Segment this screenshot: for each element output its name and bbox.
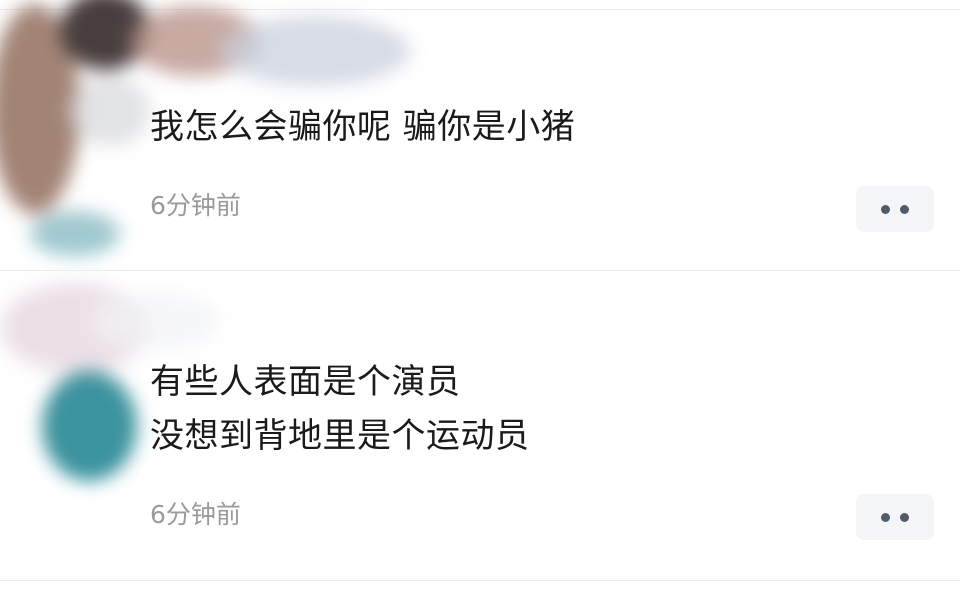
comment-list: 我怎么会骗你呢 骗你是小猪 6分钟前 有些人表面是个演员 没想到背地里是个运动员…	[0, 0, 960, 592]
more-dots-icon	[881, 204, 890, 214]
more-button[interactable]	[856, 186, 934, 232]
comment-item: 有些人表面是个演员 没想到背地里是个运动员 6分钟前	[0, 271, 960, 580]
more-button[interactable]	[856, 494, 934, 540]
comment-text: 有些人表面是个演员 没想到背地里是个运动员	[150, 355, 530, 463]
comment-time: 6分钟前	[150, 191, 241, 220]
comment-text: 我怎么会骗你呢 骗你是小猪	[150, 100, 575, 154]
divider	[0, 580, 960, 581]
more-dots-icon	[900, 204, 909, 214]
more-dots-icon	[900, 512, 909, 522]
more-dots-icon	[881, 512, 890, 522]
comment-line: 我怎么会骗你呢 骗你是小猪	[150, 107, 576, 147]
comment-line: 有些人表面是个演员	[150, 362, 461, 402]
comment-item: 我怎么会骗你呢 骗你是小猪 6分钟前	[0, 0, 960, 270]
comment-time: 6分钟前	[150, 500, 241, 529]
comment-line: 没想到背地里是个运动员	[150, 416, 530, 456]
avatar[interactable]	[0, 271, 220, 501]
